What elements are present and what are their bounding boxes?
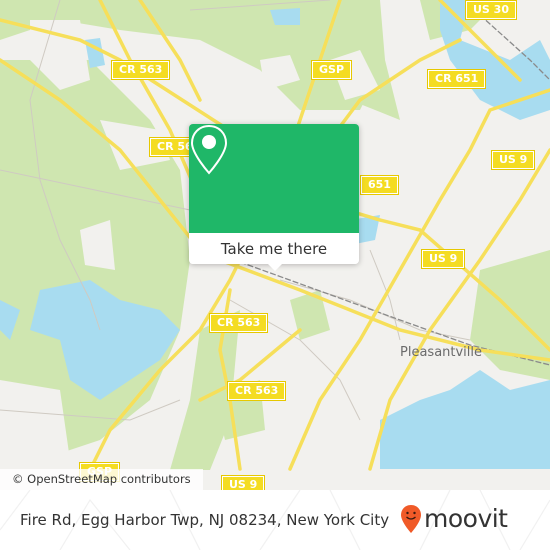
road-shield-cr651: CR 651 xyxy=(426,69,487,89)
place-label-pleasantville: Pleasantville xyxy=(400,345,483,360)
popup-header xyxy=(189,124,359,233)
road-shield-us30: US 30 xyxy=(465,0,517,20)
take-me-there-button[interactable]: Take me there xyxy=(189,233,359,264)
map-attribution[interactable]: © OpenStreetMap contributors xyxy=(0,469,203,490)
popup-pointer xyxy=(267,263,283,271)
location-popup: Take me there xyxy=(189,124,359,271)
address-text: Fire Rd, Egg Harbor Twp, NJ 08234, New Y… xyxy=(20,511,390,529)
road-shield-cr563: CR 563 xyxy=(226,381,287,401)
map-pin-icon xyxy=(190,124,228,175)
map-view[interactable]: US 30 CR 563 GSP CR 651 CR 563 US 9 651 … xyxy=(0,0,550,490)
moovit-wordmark: moovit xyxy=(424,504,508,533)
moovit-logo[interactable]: moovit xyxy=(400,504,508,534)
road-shield-cr651: 651 xyxy=(360,175,399,195)
road-shield-us9: US 9 xyxy=(420,249,466,269)
road-shield-us9: US 9 xyxy=(220,475,266,490)
road-shield-us9: US 9 xyxy=(490,150,536,170)
moovit-pin-icon xyxy=(401,505,421,533)
road-shield-cr563: CR 563 xyxy=(110,60,171,80)
road-shield-cr563: CR 563 xyxy=(208,313,269,333)
road-shield-gsp: GSP xyxy=(310,60,353,80)
